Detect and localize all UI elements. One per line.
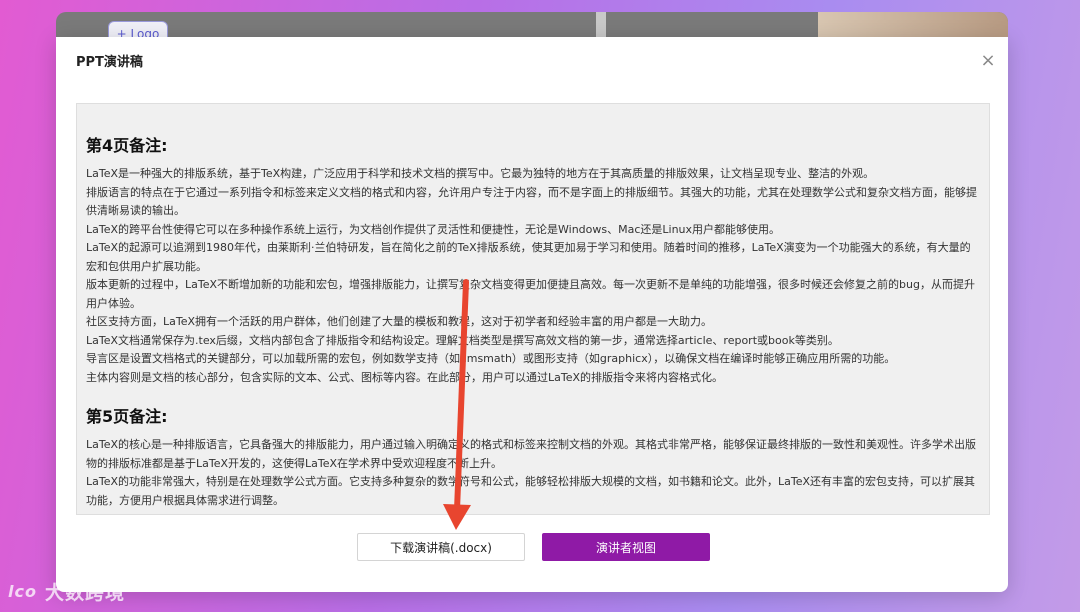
dialog-header: PPT演讲稿 × (56, 37, 1008, 83)
download-docx-button[interactable]: 下载演讲稿(.docx) (357, 533, 525, 561)
notes-section-page-4: 第4页备注: LaTeX是一种强大的排版系统，基于TeX构建，广泛应用于科学和技… (86, 132, 979, 387)
presenter-view-button[interactable]: 演讲者视图 (542, 533, 710, 561)
speaker-notes-area[interactable]: 第4页备注: LaTeX是一种强大的排版系统，基于TeX构建，广泛应用于科学和技… (76, 103, 990, 515)
note-paragraph: LaTeX的起源可以追溯到1980年代，由莱斯利·兰伯特研发，旨在简化之前的Te… (86, 241, 971, 273)
note-paragraph: 导言区是设置文档格式的关键部分，可以加载所需的宏包，例如数学支持（如amsmat… (86, 352, 896, 365)
note-paragraph: 排版语言的特点在于它通过一系列指令和标签来定义文档的格式和内容，允许用户专注于内… (86, 185, 977, 218)
note-paragraph: 版本更新的过程中，LaTeX不断增加新的功能和宏包，增强排版能力，让撰写复杂文档… (86, 278, 975, 310)
notes-section-page-5: 第5页备注: LaTeX的核心是一种排版语言，它具备强大的排版能力，用户通过输入… (86, 403, 979, 510)
note-paragraph: LaTeX是一种强大的排版系统，基于TeX构建，广泛应用于科学和技术文档的撰写中… (86, 167, 875, 180)
section-heading: 第4页备注: (86, 136, 168, 155)
dialog-title: PPT演讲稿 (76, 55, 143, 70)
note-paragraph: LaTeX的跨平台性使得它可以在多种操作系统上运行，为文档创作提供了灵活性和便捷… (86, 222, 781, 236)
close-icon[interactable]: × (980, 52, 996, 70)
note-paragraph: 主体内容则是文档的核心部分，包含实际的文本、公式、图标等内容。在此部分，用户可以… (86, 370, 724, 384)
note-paragraph: 社区支持方面，LaTeX拥有一个活跃的用户群体，他们创建了大量的模板和教程，这对… (86, 315, 713, 328)
note-paragraph: LaTeX文档通常保存为.tex后缀，文档内部包含了排版指令和结构设定。理解文档… (86, 333, 839, 347)
speech-script-dialog: PPT演讲稿 × 第4页备注: LaTeX是一种强大的排版系统，基于TeX构建，… (56, 37, 1008, 592)
dialog-footer: 下载演讲稿(.docx) 演讲者视图 (56, 533, 1008, 561)
section-heading: 第5页备注: (86, 407, 168, 426)
watermark-text: 大数跨境 (44, 582, 125, 604)
watermark-logo: lco (8, 582, 37, 601)
note-paragraph: LaTeX的功能非常强大，特别是在处理数学公式方面。它支持多种复杂的数学符号和公… (86, 475, 976, 507)
note-paragraph: LaTeX的核心是一种排版语言，它具备强大的排版能力，用户通过输入明确定义的格式… (86, 438, 977, 470)
watermark: lco 大数跨境 (8, 578, 125, 605)
